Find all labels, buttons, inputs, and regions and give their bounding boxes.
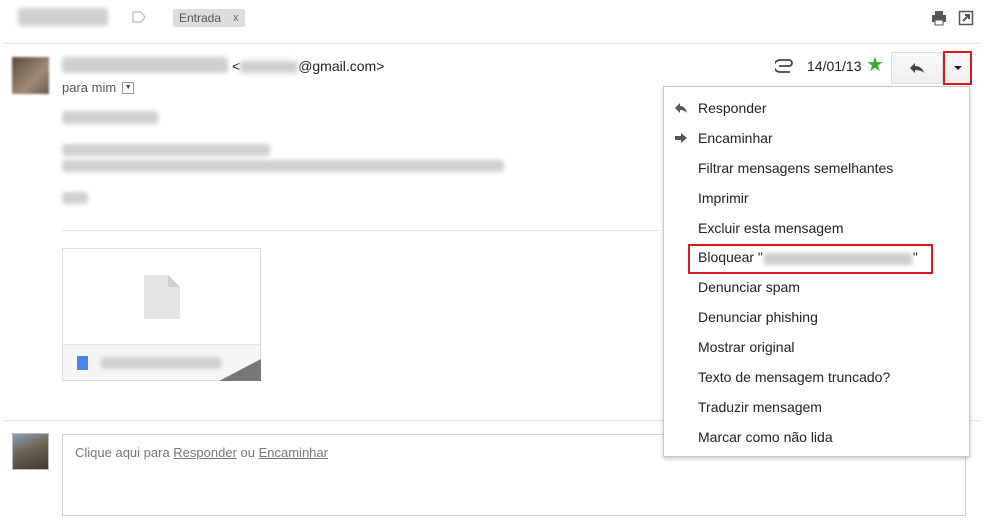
- menu-item-forward[interactable]: Encaminhar: [664, 123, 969, 153]
- menu-item-truncated-message[interactable]: Texto de mensagem truncado?: [664, 362, 969, 392]
- recipient-line: para mim ▼: [62, 80, 135, 95]
- sender-email-open: <: [232, 58, 241, 74]
- menu-item-report-spam[interactable]: Denunciar spam: [664, 272, 969, 302]
- menu-item-block-sender[interactable]: Bloquear " ": [664, 242, 969, 275]
- reply-link[interactable]: Responder: [173, 445, 237, 460]
- header-divider: [4, 43, 980, 44]
- menu-item-label: Responder: [698, 99, 767, 116]
- menu-item-mark-unread[interactable]: Marcar como não lida: [664, 422, 969, 452]
- document-icon: [143, 275, 180, 319]
- page-fold-corner: [219, 359, 261, 381]
- menu-item-label: Traduzir mensagem: [698, 398, 822, 415]
- file-type-icon: [77, 356, 88, 370]
- open-new-window-icon[interactable]: [958, 10, 974, 26]
- label-chip-inbox: Entrada x: [173, 9, 245, 27]
- body-divider: [62, 230, 660, 231]
- menu-item-label: Filtrar mensagens semelhantes: [698, 159, 894, 176]
- more-options-menu: Responder Encaminhar Filtrar mensagens s…: [663, 86, 970, 457]
- sender-email-domain: @gmail.com>: [298, 58, 385, 74]
- label-chip-text: Entrada: [179, 11, 222, 25]
- attachment-filename-blurred: [101, 357, 221, 369]
- menu-item-filter-similar[interactable]: Filtrar mensagens semelhantes: [664, 153, 969, 183]
- blocked-sender-name-blurred: [763, 252, 912, 265]
- menu-item-show-original[interactable]: Mostrar original: [664, 332, 969, 362]
- sender-avatar[interactable]: [12, 57, 49, 94]
- menu-item-label: Encaminhar: [698, 129, 773, 146]
- reply-icon: [910, 63, 924, 73]
- menu-item-label: Mostrar original: [698, 339, 795, 356]
- attachment-clip-icon: [775, 59, 793, 73]
- recipient-label: para mim: [62, 80, 117, 95]
- menu-item-print[interactable]: Imprimir: [664, 183, 969, 213]
- message-date: 14/01/13: [807, 58, 862, 74]
- chevron-down-icon: [953, 66, 962, 70]
- menu-item-report-phishing[interactable]: Denunciar phishing: [664, 302, 969, 332]
- attachment-card[interactable]: [62, 248, 261, 381]
- reply-prompt-or: ou: [236, 445, 259, 460]
- body-line-blurred: [62, 160, 504, 172]
- reply-button[interactable]: [891, 52, 943, 84]
- recipient-details-dropdown[interactable]: ▼: [122, 81, 135, 94]
- attachment-preview: [63, 249, 260, 345]
- print-icon[interactable]: [931, 10, 947, 26]
- sender-email: < @gmail.com>: [232, 58, 384, 74]
- menu-item-label: Marcar como não lida: [698, 428, 833, 445]
- menu-item-label: Bloquear " ": [698, 249, 918, 265]
- body-line-blurred: [62, 111, 158, 124]
- sender-name-blurred: [62, 57, 228, 73]
- subject-title-blurred: [18, 8, 108, 26]
- block-label-suffix: ": [912, 249, 918, 266]
- reply-icon: [675, 103, 687, 113]
- label-icon[interactable]: [132, 11, 146, 23]
- menu-item-label: Denunciar phishing: [698, 309, 818, 326]
- menu-item-label: Texto de mensagem truncado?: [698, 368, 891, 385]
- menu-item-label: Imprimir: [698, 189, 749, 206]
- body-line-blurred: [62, 192, 88, 204]
- block-label-prefix: Bloquear ": [698, 249, 763, 266]
- menu-item-label: Excluir esta mensagem: [698, 219, 844, 236]
- menu-item-reply[interactable]: Responder: [664, 93, 969, 123]
- reply-prompt-text: Clique aqui para: [75, 445, 174, 460]
- star-icon[interactable]: ★: [866, 55, 884, 75]
- menu-item-translate-message[interactable]: Traduzir mensagem: [664, 392, 969, 422]
- menu-item-delete-message[interactable]: Excluir esta mensagem: [664, 213, 969, 243]
- forward-icon: [675, 132, 687, 143]
- more-options-button[interactable]: [943, 51, 972, 85]
- body-line-blurred: [62, 144, 270, 156]
- user-avatar: [12, 433, 49, 470]
- menu-item-label: Denunciar spam: [698, 279, 800, 296]
- forward-link[interactable]: Encaminhar: [259, 445, 328, 460]
- sender-email-user-blurred: [240, 61, 299, 74]
- label-remove-button[interactable]: x: [233, 12, 239, 24]
